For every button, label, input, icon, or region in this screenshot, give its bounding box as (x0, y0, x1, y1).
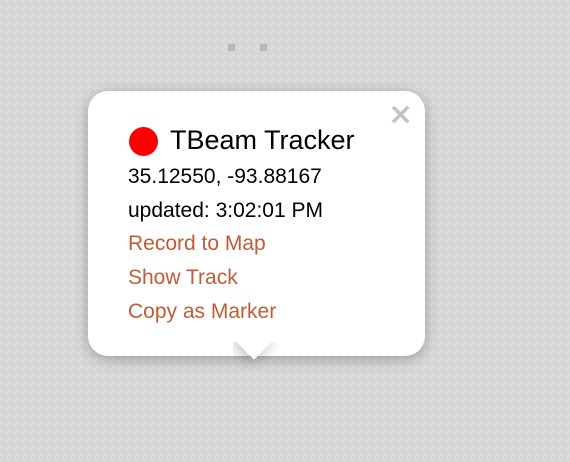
popup-title: TBeam Tracker (170, 125, 355, 155)
popup-tip (233, 342, 279, 382)
copy-as-marker-link[interactable]: Copy as Marker (128, 298, 276, 326)
show-track-link[interactable]: Show Track (128, 264, 238, 292)
map-tile-detail (260, 44, 267, 51)
status-indicator-icon (129, 127, 158, 156)
close-icon[interactable]: × (388, 100, 413, 130)
map-tile-detail (228, 44, 235, 51)
coordinates-text: 35.12550, -93.88167 (128, 165, 322, 188)
updated-time-text: updated: 3:02:01 PM (128, 199, 323, 222)
record-to-map-link[interactable]: Record to Map (128, 230, 266, 258)
